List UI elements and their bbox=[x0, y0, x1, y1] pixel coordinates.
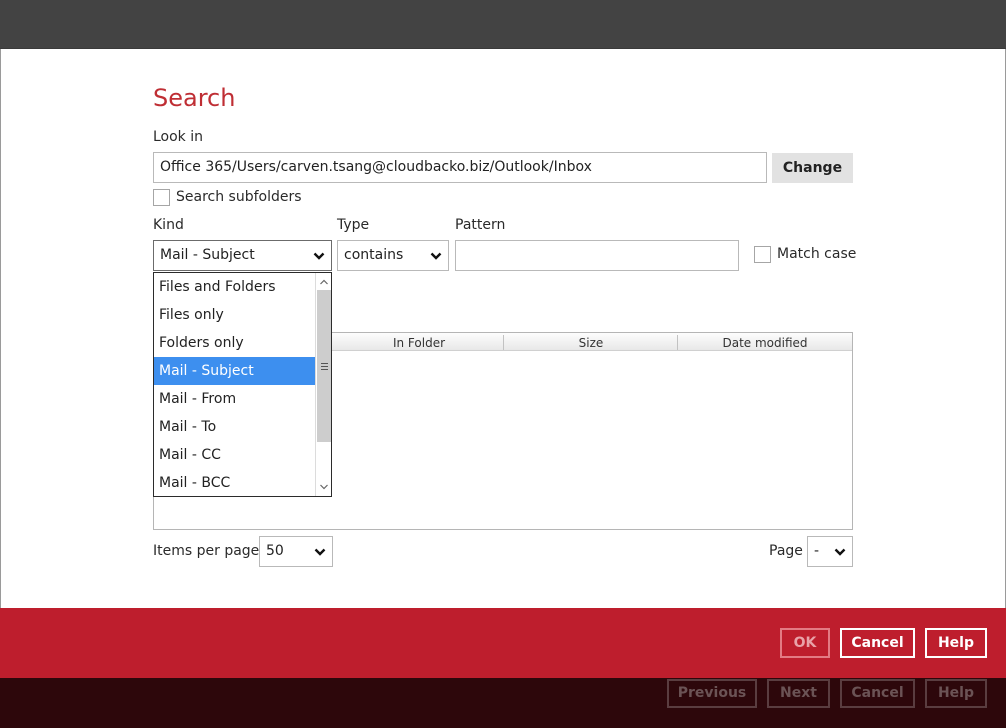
page-select[interactable]: - bbox=[807, 536, 853, 567]
dialog-title: Search bbox=[153, 84, 236, 112]
column-header-size[interactable]: Size bbox=[504, 333, 678, 351]
kind-select[interactable]: Mail - Subject bbox=[153, 240, 332, 271]
dropdown-scrollbar[interactable] bbox=[315, 273, 331, 496]
scrollbar-thumb[interactable] bbox=[317, 290, 331, 442]
wizard-help-button[interactable]: Help bbox=[925, 679, 987, 708]
match-case-checkbox[interactable] bbox=[754, 246, 771, 263]
pattern-input[interactable] bbox=[455, 240, 739, 271]
window-titlebar bbox=[0, 0, 1006, 49]
kind-option-mail-subject[interactable]: Mail - Subject bbox=[154, 357, 315, 385]
grip-icon bbox=[321, 363, 328, 372]
look-in-label: Look in bbox=[153, 129, 204, 145]
kind-option-files-only[interactable]: Files only bbox=[154, 301, 315, 329]
kind-label: Kind bbox=[153, 217, 184, 233]
page-label: Page bbox=[769, 543, 803, 559]
cancel-button[interactable]: Cancel bbox=[840, 628, 915, 658]
search-subfolders-label: Search subfolders bbox=[176, 189, 302, 205]
items-per-page-select[interactable]: 50 bbox=[259, 536, 333, 567]
look-in-path-field[interactable]: Office 365/Users/carven.tsang@cloudbacko… bbox=[153, 152, 767, 183]
help-button[interactable]: Help bbox=[925, 628, 987, 658]
kind-dropdown-list[interactable]: Files and Folders Files only Folders onl… bbox=[153, 272, 332, 497]
kind-option-mail-cc[interactable]: Mail - CC bbox=[154, 441, 315, 469]
kind-option-files-and-folders[interactable]: Files and Folders bbox=[154, 273, 315, 301]
type-select-value: contains bbox=[344, 247, 404, 263]
kind-select-value: Mail - Subject bbox=[160, 247, 255, 263]
kind-option-mail-from[interactable]: Mail - From bbox=[154, 385, 315, 413]
window-border-left bbox=[0, 49, 1, 608]
chevron-down-icon bbox=[314, 548, 326, 556]
kind-option-mail-to[interactable]: Mail - To bbox=[154, 413, 315, 441]
chevron-down-icon bbox=[313, 252, 325, 260]
chevron-down-icon bbox=[430, 252, 442, 260]
change-button[interactable]: Change bbox=[772, 153, 853, 183]
pattern-label: Pattern bbox=[455, 217, 506, 233]
match-case-label: Match case bbox=[777, 246, 857, 262]
column-header-in-folder[interactable]: In Folder bbox=[334, 333, 504, 351]
chevron-up-icon[interactable] bbox=[318, 276, 330, 288]
ok-button[interactable]: OK bbox=[780, 628, 830, 658]
chevron-down-icon[interactable] bbox=[318, 481, 330, 493]
wizard-next-button[interactable]: Next bbox=[767, 679, 830, 708]
column-header-date-modified[interactable]: Date modified bbox=[678, 333, 852, 351]
chevron-down-icon bbox=[834, 548, 846, 556]
page-select-value: - bbox=[814, 543, 820, 559]
kind-option-folders-only[interactable]: Folders only bbox=[154, 329, 315, 357]
wizard-cancel-button[interactable]: Cancel bbox=[840, 679, 915, 708]
items-per-page-label: Items per page bbox=[153, 543, 260, 559]
items-per-page-value: 50 bbox=[266, 543, 284, 559]
kind-option-mail-bcc[interactable]: Mail - BCC bbox=[154, 469, 315, 497]
search-subfolders-checkbox[interactable] bbox=[153, 189, 170, 206]
wizard-previous-button[interactable]: Previous bbox=[667, 679, 757, 708]
type-label: Type bbox=[337, 217, 370, 233]
type-select[interactable]: contains bbox=[337, 240, 449, 271]
